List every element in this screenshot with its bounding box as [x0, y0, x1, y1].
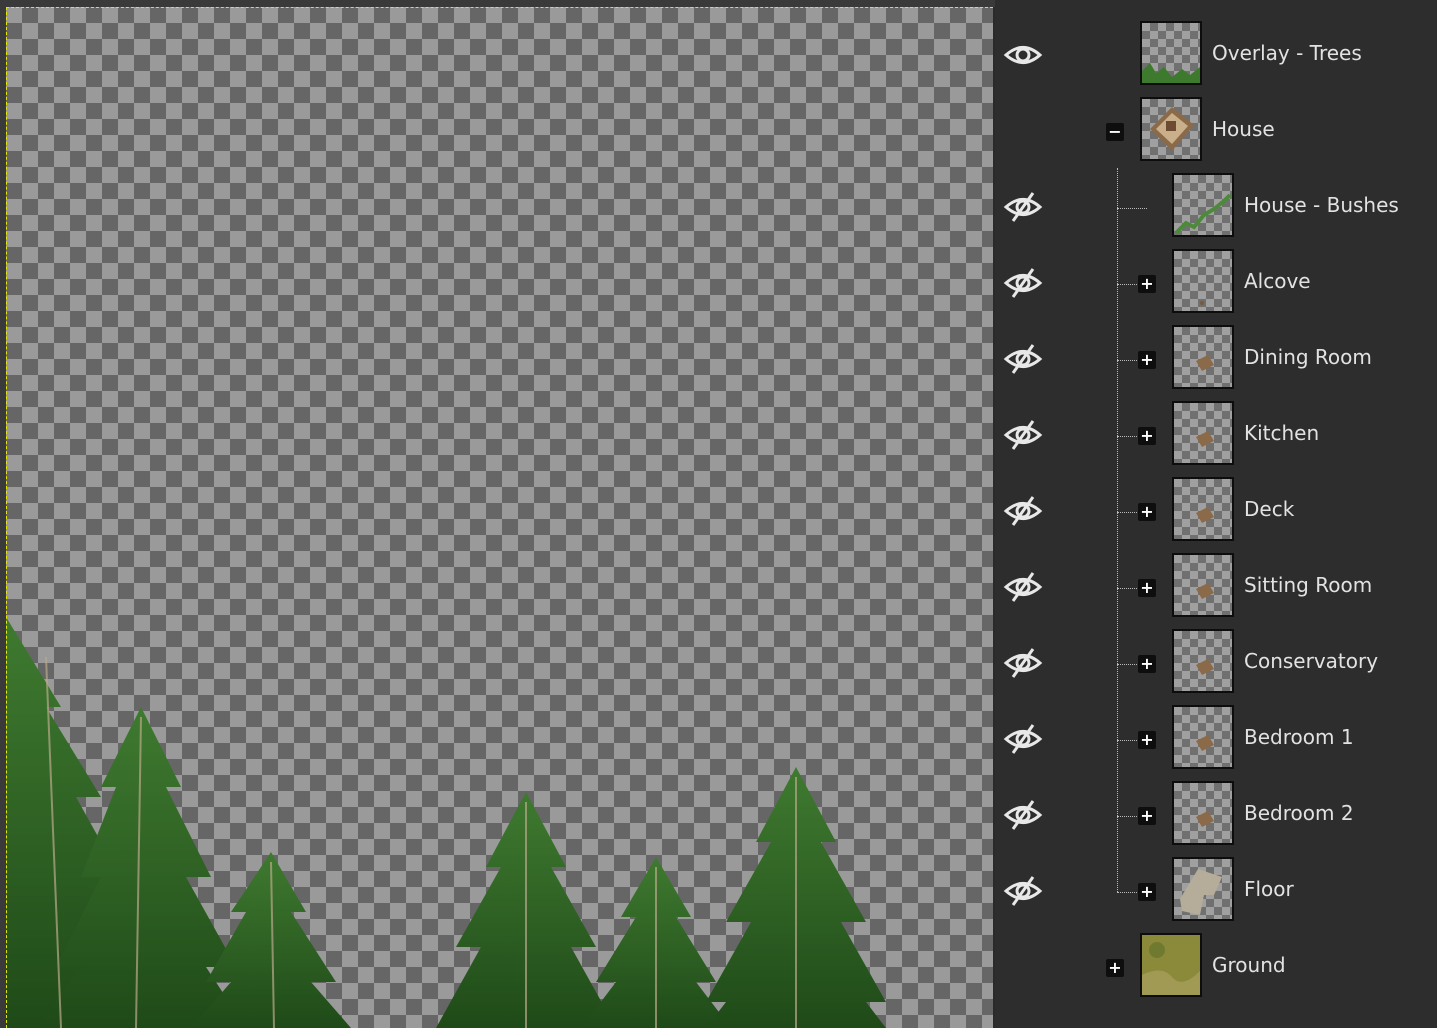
- tree-connector-branch: [1117, 360, 1137, 361]
- layer-row[interactable]: + Floor: [995, 853, 1437, 929]
- layer-name[interactable]: Dining Room: [1244, 345, 1372, 369]
- layer-name[interactable]: House: [1212, 117, 1275, 141]
- expand-icon[interactable]: +: [1106, 959, 1124, 977]
- layer-thumbnail[interactable]: [1172, 325, 1234, 389]
- layer-thumbnail[interactable]: [1172, 857, 1234, 921]
- eye-hidden-icon[interactable]: [1003, 645, 1043, 681]
- layer-name[interactable]: Bedroom 2: [1244, 801, 1354, 825]
- expand-icon[interactable]: +: [1138, 427, 1156, 445]
- tree-connector-branch: [1117, 512, 1137, 513]
- tree-connector-branch: [1117, 892, 1137, 893]
- layer-row[interactable]: + Conservatory: [995, 625, 1437, 701]
- eye-hidden-icon[interactable]: [1003, 265, 1043, 301]
- layer-thumbnail[interactable]: [1140, 933, 1202, 997]
- layer-row[interactable]: Overlay - Trees: [995, 17, 1437, 93]
- layer-name[interactable]: Overlay - Trees: [1212, 41, 1362, 65]
- layer-row[interactable]: House - Bushes: [995, 169, 1437, 245]
- expand-icon[interactable]: +: [1138, 351, 1156, 369]
- tree-connector-branch: [1117, 588, 1137, 589]
- eye-visible-icon[interactable]: [1003, 37, 1043, 73]
- pine-tree-icon: [6, 617, 886, 1028]
- expand-icon[interactable]: +: [1138, 275, 1156, 293]
- expand-icon[interactable]: +: [1138, 503, 1156, 521]
- tree-connector-branch: [1117, 740, 1137, 741]
- layer-row[interactable]: + Kitchen: [995, 397, 1437, 473]
- tree-connector-branch: [1117, 208, 1147, 209]
- eye-hidden-icon[interactable]: [1003, 797, 1043, 833]
- eye-hidden-icon[interactable]: [1003, 873, 1043, 909]
- layer-name[interactable]: Deck: [1244, 497, 1294, 521]
- layer-thumbnail[interactable]: [1172, 781, 1234, 845]
- eye-hidden-icon[interactable]: [1003, 417, 1043, 453]
- layer-name[interactable]: Floor: [1244, 877, 1294, 901]
- layer-row[interactable]: − House: [995, 93, 1437, 169]
- layer-thumbnail[interactable]: [1172, 249, 1234, 313]
- expand-icon[interactable]: +: [1138, 655, 1156, 673]
- layer-thumbnail[interactable]: [1172, 173, 1234, 237]
- workspace-margin-top: [0, 0, 995, 7]
- layer-row[interactable]: + Sitting Room: [995, 549, 1437, 625]
- layer-name[interactable]: Bedroom 1: [1244, 725, 1354, 749]
- tree-connector-branch: [1117, 816, 1137, 817]
- layer-row[interactable]: + Bedroom 2: [995, 777, 1437, 853]
- layer-thumbnail[interactable]: [1172, 629, 1234, 693]
- layer-thumbnail[interactable]: [1172, 401, 1234, 465]
- layers-panel: Overlay - Trees − House House - Bushes + Alco…: [995, 0, 1437, 1028]
- expand-icon[interactable]: +: [1138, 807, 1156, 825]
- layer-row[interactable]: + Ground: [995, 929, 1437, 1005]
- image-canvas[interactable]: [6, 7, 993, 1028]
- tree-connector-branch: [1117, 284, 1137, 285]
- layer-name[interactable]: Sitting Room: [1244, 573, 1372, 597]
- layer-thumbnail[interactable]: [1172, 477, 1234, 541]
- layer-row[interactable]: + Deck: [995, 473, 1437, 549]
- eye-hidden-icon[interactable]: [1003, 493, 1043, 529]
- expand-icon[interactable]: +: [1138, 883, 1156, 901]
- expand-icon[interactable]: +: [1138, 579, 1156, 597]
- layer-row[interactable]: + Bedroom 1: [995, 701, 1437, 777]
- layer-name[interactable]: Ground: [1212, 953, 1286, 977]
- layer-name[interactable]: Conservatory: [1244, 649, 1378, 673]
- eye-hidden-icon[interactable]: [1003, 189, 1043, 225]
- tree-connector-branch: [1117, 664, 1137, 665]
- layer-row[interactable]: + Alcove: [995, 245, 1437, 321]
- layer-thumbnail[interactable]: [1172, 553, 1234, 617]
- layer-thumbnail[interactable]: [1140, 21, 1202, 85]
- layer-thumbnail[interactable]: [1140, 97, 1202, 161]
- collapse-icon[interactable]: −: [1106, 123, 1124, 141]
- layer-thumbnail[interactable]: [1172, 705, 1234, 769]
- eye-hidden-icon[interactable]: [1003, 721, 1043, 757]
- layer-row[interactable]: + Dining Room: [995, 321, 1437, 397]
- layer-name[interactable]: House - Bushes: [1244, 193, 1399, 217]
- layer-name[interactable]: Kitchen: [1244, 421, 1319, 445]
- layer-name[interactable]: Alcove: [1244, 269, 1311, 293]
- tree-connector-branch: [1117, 436, 1137, 437]
- eye-hidden-icon[interactable]: [1003, 569, 1043, 605]
- eye-hidden-icon[interactable]: [1003, 341, 1043, 377]
- expand-icon[interactable]: +: [1138, 731, 1156, 749]
